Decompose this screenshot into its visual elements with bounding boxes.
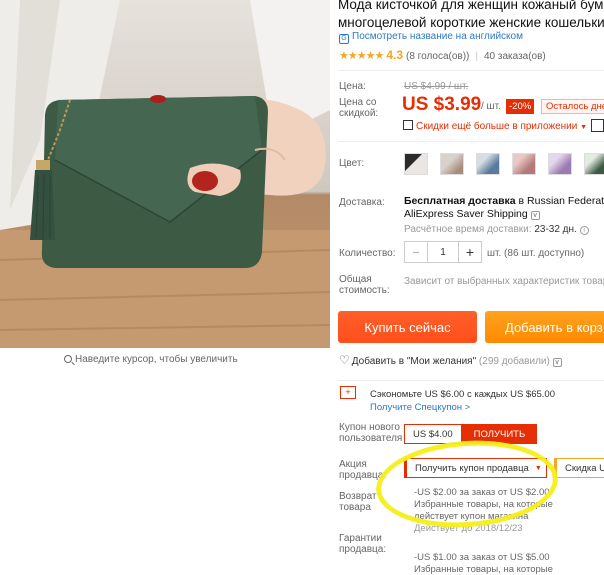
heart-icon[interactable]: ♡ xyxy=(339,353,350,367)
color-swatch-pink[interactable] xyxy=(512,153,536,175)
rating-votes[interactable]: (8 голоса(ов)) xyxy=(406,51,469,62)
seller-promo-label-line-1: Акция xyxy=(339,459,367,470)
return-label-line-2: товара xyxy=(339,502,371,513)
new-user-coupon-label: Купон нового пользователя xyxy=(339,422,402,444)
total-label-line-2: стоимость: xyxy=(339,285,390,296)
deal-2-title: -US $1.00 за заказ от US $5.00 xyxy=(414,552,550,563)
seller-deal-2[interactable]: -US $1.00 за заказ от US $5.00 Избранные… xyxy=(414,552,553,575)
price-unit: / шт. xyxy=(481,101,501,112)
add-to-cart-button[interactable]: Добавить в корз xyxy=(485,311,604,343)
zoom-hint: Наведите курсор, чтобы увеличить xyxy=(64,354,238,365)
rating-row: ★★★★★ 4.3 (8 голоса(ов)) | 40 заказа(ов) xyxy=(339,48,546,62)
star-rating-icon: ★★★★★ xyxy=(339,50,384,62)
quantity-stepper: − 1 + xyxy=(404,241,482,263)
translate-icon: G xyxy=(339,34,349,44)
quantity-available: шт. (86 шт. доступно) xyxy=(487,248,585,259)
deal-2-desc: Избранные товары, на которые xyxy=(414,564,553,575)
qr-code-icon xyxy=(403,120,413,130)
color-swatch-black[interactable] xyxy=(404,153,428,175)
info-icon[interactable]: i xyxy=(579,226,589,235)
time-left-badge: Осталось дне xyxy=(541,99,604,114)
coupon-amount: US $4.00 xyxy=(404,424,462,444)
shipping-method[interactable]: AliExpress Saver Shipping v xyxy=(404,208,540,220)
rating-divider: | xyxy=(475,51,478,62)
chevron-down-icon: ▼ xyxy=(580,124,588,131)
shipping-label: Доставка: xyxy=(339,197,385,208)
color-swatch-beige[interactable] xyxy=(440,153,464,175)
select-coupon-text: Сэкономьте US $6.00 с каждых US $65.00 xyxy=(370,389,555,400)
new-user-coupon-label-line-2: пользователя xyxy=(339,433,403,444)
translate-link[interactable]: G Посмотреть название на английском xyxy=(339,31,523,44)
guarantee-label-line-2: продавца: xyxy=(339,544,387,555)
coupon-icon: + xyxy=(340,386,356,399)
discount-badge: -20% xyxy=(506,99,535,114)
translate-link-text[interactable]: Посмотреть название на английском xyxy=(352,31,523,42)
return-label: Возврат товара xyxy=(339,491,377,513)
wishlist-count: (299 добавили) xyxy=(478,356,550,367)
chevron-down-icon[interactable]: v xyxy=(530,211,540,220)
title-line-2: многоцелевой короткие женские кошельки и… xyxy=(338,15,604,30)
shipping-time-label: Расчётное время доставки: xyxy=(404,224,532,235)
shipping-destination: в Russian Federation xyxy=(518,195,604,207)
divider xyxy=(338,70,604,71)
color-swatch-blue[interactable] xyxy=(476,153,500,175)
free-shipping-text: Бесплатная доставка xyxy=(404,195,516,207)
current-price: US $3.99 xyxy=(402,94,482,115)
total-note: Зависит от выбранных характеристик товар xyxy=(404,276,604,287)
discount-price-label-line-1: Цена со xyxy=(339,97,377,108)
shipping-time-value: 23-32 дн. xyxy=(534,224,577,235)
discount-price-label: Цена со скидкой: xyxy=(339,97,378,119)
total-label: Общая стоимость: xyxy=(339,274,390,296)
shipping-time: Расчётное время доставки: 23-32 дн. i xyxy=(404,224,589,235)
return-label-line-1: Возврат xyxy=(339,491,377,502)
product-image[interactable] xyxy=(0,0,330,348)
shipping-main: Бесплатная доставка в Russian Federation xyxy=(404,195,604,207)
quantity-label: Количество: xyxy=(339,248,396,259)
total-label-line-1: Общая xyxy=(339,274,372,285)
buy-now-button[interactable]: Купить сейчас xyxy=(338,311,477,343)
color-label: Цвет: xyxy=(339,158,365,169)
rating-score: 4.3 xyxy=(386,48,403,62)
discount-price-label-line-2: скидкой: xyxy=(339,108,379,119)
shipping-method-text[interactable]: AliExpress Saver Shipping xyxy=(404,208,528,220)
product-title: Мода кисточкой для женщин кожаный бумажн… xyxy=(338,0,604,32)
color-swatch-purple[interactable] xyxy=(548,153,572,175)
guarantee-label-line-1: Гарантии xyxy=(339,533,382,544)
title-line-1: Мода кисточкой для женщин кожаный бумажн… xyxy=(338,0,604,12)
price-label: Цена: xyxy=(339,81,366,92)
orders-count: 40 заказа(ов) xyxy=(483,51,546,62)
app-discount-link[interactable]: Скидки ещё больше в приложении ▼ xyxy=(403,120,587,132)
scan-icon[interactable] xyxy=(591,119,604,132)
zoom-hint-text: Наведите курсор, чтобы увеличить xyxy=(75,354,238,365)
app-discount-text[interactable]: Скидки ещё больше в приложении xyxy=(416,121,577,132)
add-to-wishlist[interactable]: ♡ Добавить в "Мои желания" (299 добавили)… xyxy=(339,353,562,367)
wishlist-label[interactable]: Добавить в "Мои желания" xyxy=(352,356,476,367)
divider xyxy=(338,141,604,142)
old-price: US $4.99 / шт. xyxy=(404,81,469,92)
color-swatch-green[interactable] xyxy=(584,153,604,175)
new-user-coupon-label-line-1: Купон нового xyxy=(339,422,400,433)
wallet-photo xyxy=(0,0,330,348)
seller-discount-dropdown[interactable]: Скидка U xyxy=(554,458,604,478)
chevron-down-icon[interactable]: v xyxy=(552,358,562,367)
magnifier-icon xyxy=(64,355,72,363)
quantity-decrement-button[interactable]: − xyxy=(405,242,427,262)
quantity-increment-button[interactable]: + xyxy=(459,242,481,262)
guarantee-label: Гарантии продавца: xyxy=(339,533,386,555)
select-coupon-link[interactable]: Получите Спецкупон > xyxy=(370,402,470,413)
quantity-input[interactable]: 1 xyxy=(427,242,459,262)
